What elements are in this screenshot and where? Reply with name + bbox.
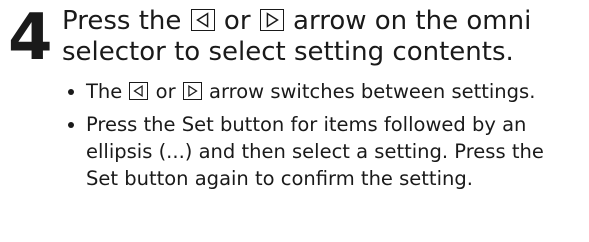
bullet-text-3: arrow switches between settings. xyxy=(202,80,536,103)
bullet-text-1: The xyxy=(86,80,129,103)
bullet-icon xyxy=(68,89,74,95)
list-item: The or arrow switches between settings. xyxy=(66,78,556,105)
bullet-list: The or arrow switches between settings. … xyxy=(66,78,556,198)
bullet-text: Press the Set button for items followed … xyxy=(86,113,544,190)
left-arrow-key-icon xyxy=(129,81,149,100)
heading-text-1: Press the xyxy=(62,6,190,36)
step-number: 4 xyxy=(8,1,53,75)
bullet-text-2: or xyxy=(149,80,182,103)
right-arrow-key-icon xyxy=(259,8,284,31)
left-arrow-key-icon xyxy=(190,8,215,31)
heading-text-2: or xyxy=(215,6,259,36)
bullet-icon xyxy=(68,122,74,128)
list-item: Press the Set button for items followed … xyxy=(66,111,556,192)
right-arrow-key-icon xyxy=(182,81,202,100)
step-heading: Press the or arrow on the omni selector … xyxy=(62,6,582,68)
